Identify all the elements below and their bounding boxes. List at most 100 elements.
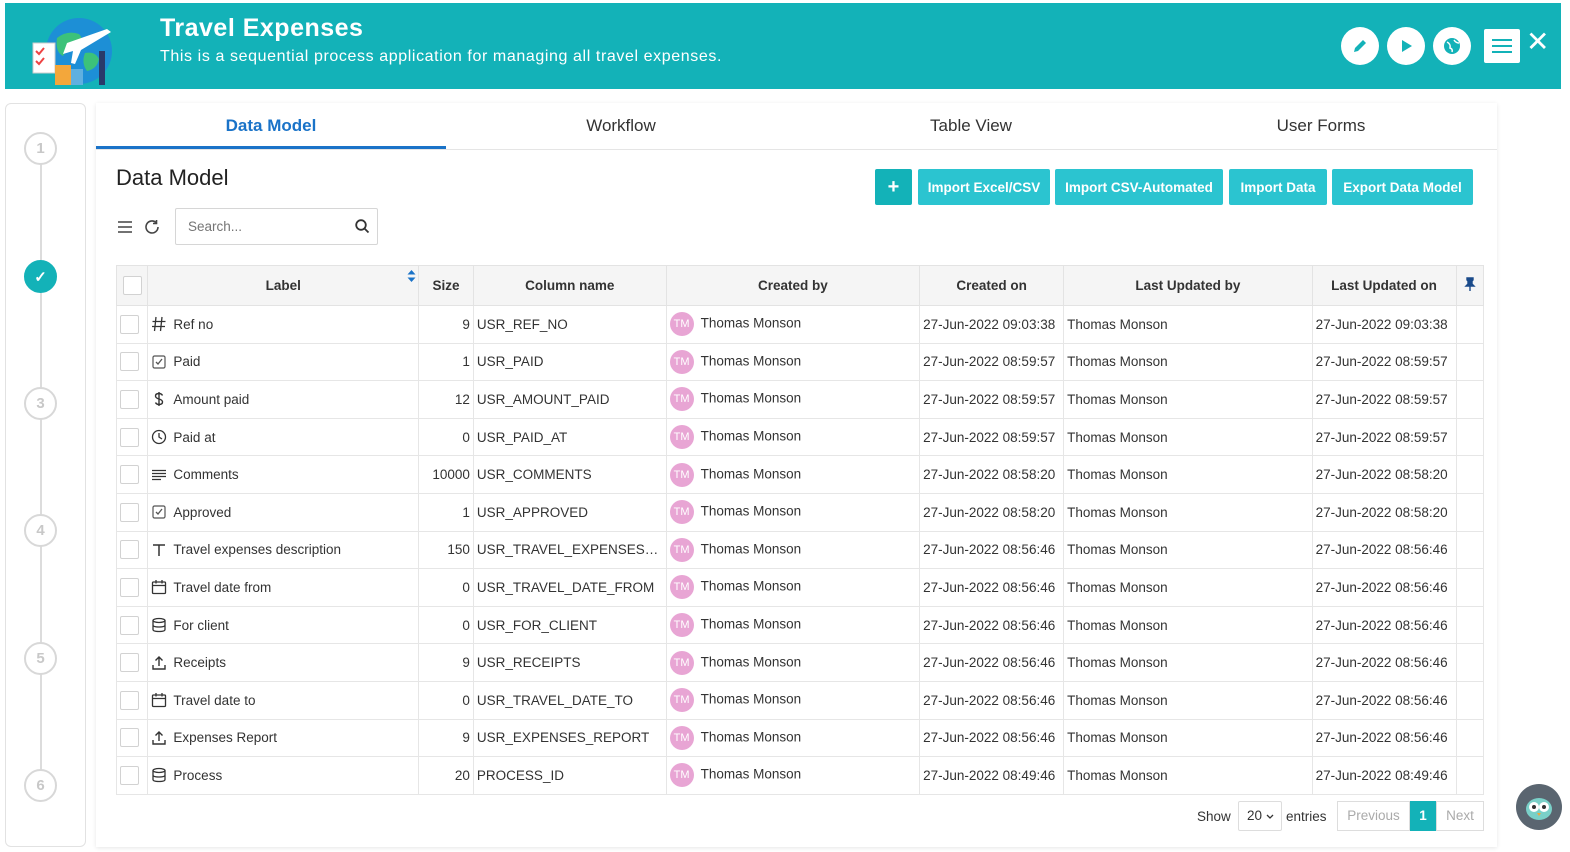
assistant-avatar-button[interactable] bbox=[1516, 784, 1562, 830]
previous-page-button[interactable]: Previous bbox=[1337, 801, 1410, 831]
row-checkbox[interactable] bbox=[120, 502, 139, 522]
export-data-model-button[interactable]: Export Data Model bbox=[1332, 169, 1473, 205]
step-2-check-icon[interactable]: ✓ bbox=[24, 260, 57, 293]
avatar: TM bbox=[669, 613, 694, 638]
step-4[interactable]: 4 bbox=[24, 514, 57, 547]
table-row[interactable]: Paid 1 USR_PAID TM Thomas Monson 27-Jun-2022 … bbox=[115, 342, 1485, 382]
row-checkbox[interactable] bbox=[120, 615, 139, 635]
column-header-last-updated-on[interactable]: Last Updated on bbox=[1311, 265, 1457, 306]
table-row[interactable]: Amount paid 12 USR_AMOUNT_PAID TM Thomas Mon… bbox=[115, 380, 1485, 419]
row-checkbox[interactable] bbox=[120, 314, 139, 334]
row-checkbox[interactable] bbox=[120, 352, 139, 372]
table-row[interactable]: Paid at 0 USR_PAID_AT TM Thomas Monson 27-Jun… bbox=[115, 417, 1485, 457]
app-title: Travel Expenses bbox=[160, 14, 364, 42]
publish-button[interactable] bbox=[1433, 27, 1471, 65]
page-1-button[interactable]: 1 bbox=[1410, 801, 1436, 831]
row-checkbox[interactable] bbox=[120, 690, 139, 710]
row-last-updated-by: Thomas Monson bbox=[1063, 492, 1313, 532]
avatar: TM bbox=[669, 688, 694, 713]
column-header-column-name[interactable]: Column name bbox=[472, 265, 667, 306]
edit-button[interactable] bbox=[1341, 27, 1379, 65]
avatar: TM bbox=[669, 500, 694, 525]
row-checkbox[interactable] bbox=[120, 728, 139, 748]
table-row[interactable]: Travel date from 0 USR_TRAVEL_DATE_FROM TM T… bbox=[115, 568, 1485, 607]
row-size: 0 bbox=[418, 417, 474, 457]
row-label: Paid at bbox=[173, 429, 216, 445]
row-checkbox[interactable] bbox=[120, 653, 139, 673]
column-header-last-updated-by[interactable]: Last Updated by bbox=[1063, 265, 1313, 306]
row-label: Expenses Report bbox=[173, 730, 277, 746]
pin-icon[interactable] bbox=[1464, 277, 1476, 291]
stepper-line bbox=[40, 150, 42, 790]
row-label: Comments bbox=[173, 467, 239, 483]
row-last-updated-by: Thomas Monson bbox=[1063, 380, 1313, 419]
row-created-by: Thomas Monson bbox=[700, 503, 802, 519]
run-button[interactable] bbox=[1387, 27, 1425, 65]
next-page-button[interactable]: Next bbox=[1436, 801, 1484, 831]
sort-icon[interactable] bbox=[407, 270, 416, 282]
owl-icon bbox=[1526, 798, 1552, 820]
pencil-icon bbox=[1354, 40, 1366, 52]
database-icon bbox=[152, 617, 167, 633]
step-6[interactable]: 6 bbox=[24, 769, 57, 802]
table-row[interactable]: Travel date to 0 USR_TRAVEL_DATE_TO TM Thoma… bbox=[115, 680, 1485, 720]
tab-data-model[interactable]: Data Model bbox=[96, 103, 446, 149]
row-checkbox[interactable] bbox=[120, 389, 139, 409]
tab-user-forms[interactable]: User Forms bbox=[1146, 103, 1496, 149]
row-checkbox[interactable] bbox=[120, 540, 139, 560]
step-5[interactable]: 5 bbox=[24, 642, 57, 675]
list-menu-icon[interactable] bbox=[116, 218, 134, 236]
row-label: Paid bbox=[173, 354, 201, 370]
table-row[interactable]: For client 0 USR_FOR_CLIENT TM Thomas Monson… bbox=[115, 605, 1485, 645]
row-created-on: 27-Jun-2022 08:56:46 bbox=[919, 530, 1065, 570]
table-row[interactable]: Comments 10000 USR_COMMENTS TM Thomas Monson… bbox=[115, 455, 1485, 494]
row-label: Receipts bbox=[173, 655, 226, 671]
search-input[interactable] bbox=[175, 208, 378, 245]
table-row[interactable]: Ref no 9 USR_REF_NO TM Thomas Monson 27-Jun-2… bbox=[115, 305, 1485, 344]
tab-table-view[interactable]: Table View bbox=[796, 103, 1146, 149]
import-excel-csv-button[interactable]: Import Excel/CSV bbox=[918, 169, 1050, 205]
row-created-on: 27-Jun-2022 08:56:46 bbox=[919, 718, 1065, 758]
row-column-name: USR_TRAVEL_DATE_FROM bbox=[472, 568, 667, 607]
row-column-name: USR_RECEIPTS bbox=[472, 643, 667, 682]
step-3[interactable]: 3 bbox=[24, 387, 57, 420]
import-data-button[interactable]: Import Data bbox=[1229, 169, 1327, 205]
row-checkbox[interactable] bbox=[120, 765, 139, 785]
row-last-updated-on: 27-Jun-2022 08:56:46 bbox=[1311, 568, 1457, 607]
row-checkbox[interactable] bbox=[120, 465, 139, 485]
table-row[interactable]: Travel expenses description 150 USR_TRAVEL… bbox=[115, 530, 1485, 570]
row-last-updated-on: 27-Jun-2022 08:59:57 bbox=[1311, 342, 1457, 382]
row-label: Ref no bbox=[173, 316, 214, 332]
row-label: Travel date to bbox=[173, 692, 256, 708]
select-all-checkbox[interactable] bbox=[122, 276, 142, 295]
row-checkbox[interactable] bbox=[120, 427, 139, 447]
table-row[interactable]: Process 20 PROCESS_ID TM Thomas Monson 27-Jun… bbox=[115, 756, 1485, 795]
search-icon[interactable] bbox=[355, 219, 370, 234]
avatar: TM bbox=[669, 349, 694, 374]
row-checkbox[interactable] bbox=[120, 577, 139, 597]
import-csv-automated-button[interactable]: Import CSV-Automated bbox=[1055, 169, 1223, 205]
avatar: TM bbox=[669, 537, 694, 562]
close-icon[interactable]: ✕ bbox=[1526, 28, 1549, 56]
avatar: TM bbox=[669, 575, 694, 600]
tab-workflow[interactable]: Workflow bbox=[446, 103, 796, 149]
row-label: Process bbox=[173, 767, 223, 783]
add-field-button[interactable]: + bbox=[875, 169, 912, 205]
column-header-created-by[interactable]: Created by bbox=[665, 265, 921, 306]
menu-button[interactable] bbox=[1484, 29, 1520, 63]
table-row[interactable]: Expenses Report 9 USR_EXPENSES_REPORT TM Tho… bbox=[115, 718, 1485, 758]
row-last-updated-on: 27-Jun-2022 08:56:46 bbox=[1311, 530, 1457, 570]
row-size: 1 bbox=[418, 492, 474, 532]
column-header-label[interactable]: Label bbox=[147, 265, 420, 306]
table-row[interactable]: Approved 1 USR_APPROVED TM Thomas Monson 27-J… bbox=[115, 492, 1485, 532]
column-header-size[interactable]: Size bbox=[418, 265, 474, 306]
refresh-icon[interactable] bbox=[143, 218, 161, 236]
table-row[interactable]: Receipts 9 USR_RECEIPTS TM Thomas Monson 27-J… bbox=[115, 643, 1485, 682]
page-size-select[interactable]: 20 bbox=[1238, 801, 1282, 831]
row-last-updated-by: Thomas Monson bbox=[1063, 455, 1313, 494]
row-column-name: USR_EXPENSES_REPORT bbox=[472, 718, 667, 758]
row-created-by: Thomas Monson bbox=[700, 391, 802, 407]
step-1[interactable]: 1 bbox=[24, 132, 57, 165]
database-icon bbox=[152, 768, 167, 783]
column-header-created-on[interactable]: Created on bbox=[919, 265, 1065, 306]
